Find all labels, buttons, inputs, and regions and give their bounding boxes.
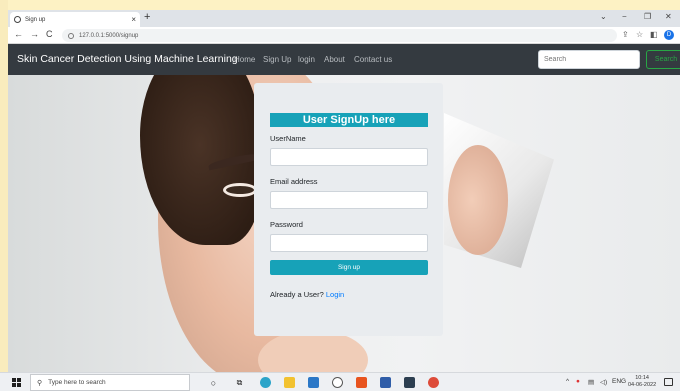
login-link[interactable]: Login (326, 290, 344, 299)
word-icon[interactable] (380, 377, 391, 388)
maximize-button[interactable]: ❐ (644, 12, 651, 21)
eye-illustration (223, 183, 257, 197)
clock-date: 04-06-2022 (628, 382, 657, 388)
password-input[interactable] (270, 234, 428, 252)
info-icon[interactable] (68, 32, 74, 39)
username-input[interactable] (270, 148, 428, 166)
search-icon: ⚲ (37, 379, 43, 387)
bookmark-star-icon[interactable]: ☆ (636, 30, 643, 39)
password-label: Password (270, 220, 303, 229)
browser-tabstrip: Sign up × + ⌄ − ❐ ✕ (8, 10, 680, 27)
dell-icon[interactable] (332, 377, 343, 388)
share-icon[interactable]: ⇪ (622, 30, 629, 39)
cortana-icon[interactable]: ○ (208, 377, 219, 388)
globe-icon (14, 16, 21, 23)
peel-face-illustration (448, 145, 508, 255)
terminal-icon[interactable] (404, 377, 415, 388)
tray-app-icon[interactable]: ● (576, 378, 580, 385)
tray-chevron-icon[interactable]: ^ (566, 378, 569, 385)
back-icon[interactable]: ← (14, 29, 23, 39)
close-tab-icon[interactable]: × (131, 15, 136, 24)
search-button[interactable]: Search (646, 50, 680, 69)
office-icon[interactable] (356, 377, 367, 388)
login-prompt: Already a User? Login (270, 290, 344, 299)
signup-card: User SignUp here UserName Email address … (254, 83, 443, 336)
network-icon[interactable]: ▤ (588, 378, 594, 386)
volume-icon[interactable]: ◁) (600, 378, 607, 386)
signup-submit-button[interactable]: Sign up (270, 260, 428, 275)
taskbar-clock[interactable]: 10:14 04-06-2022 (628, 375, 656, 389)
url-text: 127.0.0.1:5000/signup (79, 32, 139, 39)
taskbar-search[interactable]: ⚲ Type here to search (30, 374, 190, 391)
language-indicator[interactable]: ENG (612, 378, 626, 385)
search-input[interactable] (538, 50, 640, 69)
nav-link-login[interactable]: login (298, 55, 315, 64)
already-user-text: Already a User? (270, 290, 324, 299)
email-label: Email address (270, 177, 318, 186)
notification-icon[interactable] (664, 378, 673, 386)
edge-icon[interactable] (260, 377, 271, 388)
minimize-button[interactable]: − (622, 12, 627, 21)
screen-border-left (0, 0, 8, 391)
nav-link-home[interactable]: Home (234, 55, 255, 64)
site-navbar: Skin Cancer Detection Using Machine Lear… (8, 44, 680, 75)
screen-border-top (0, 0, 680, 10)
taskbar-search-placeholder: Type here to search (48, 379, 106, 386)
chrome-icon[interactable] (428, 377, 439, 388)
sidebar-icon[interactable]: ◧ (650, 30, 658, 39)
file-explorer-icon[interactable] (284, 377, 295, 388)
clock-time: 10:14 (635, 375, 649, 381)
reload-icon[interactable]: C (46, 29, 53, 39)
nav-link-signup[interactable]: Sign Up (263, 55, 291, 64)
tab-search-icon[interactable]: ⌄ (600, 12, 607, 21)
email-input[interactable] (270, 191, 428, 209)
signup-title: User SignUp here (270, 113, 428, 127)
task-view-icon[interactable]: ⧉ (234, 377, 245, 388)
address-bar[interactable]: 127.0.0.1:5000/signup (62, 29, 617, 42)
nav-link-contact[interactable]: Contact us (354, 55, 392, 64)
profile-avatar[interactable]: D (664, 30, 674, 40)
mail-icon[interactable] (308, 377, 319, 388)
site-brand[interactable]: Skin Cancer Detection Using Machine Lear… (17, 53, 238, 65)
close-window-button[interactable]: ✕ (665, 12, 672, 21)
windows-start-icon[interactable] (12, 378, 21, 387)
browser-tab[interactable]: Sign up × (10, 12, 140, 27)
browser-toolbar: ← → C 127.0.0.1:5000/signup ⇪ ☆ ◧ D ⋮ (8, 27, 680, 44)
tab-title: Sign up (25, 16, 46, 23)
windows-taskbar: ⚲ Type here to search ○ ⧉ ^ ● ▤ ◁) ENG 1… (0, 372, 680, 391)
nav-link-about[interactable]: About (324, 55, 345, 64)
username-label: UserName (270, 134, 306, 143)
forward-icon[interactable]: → (30, 29, 39, 39)
new-tab-button[interactable]: + (144, 11, 150, 23)
